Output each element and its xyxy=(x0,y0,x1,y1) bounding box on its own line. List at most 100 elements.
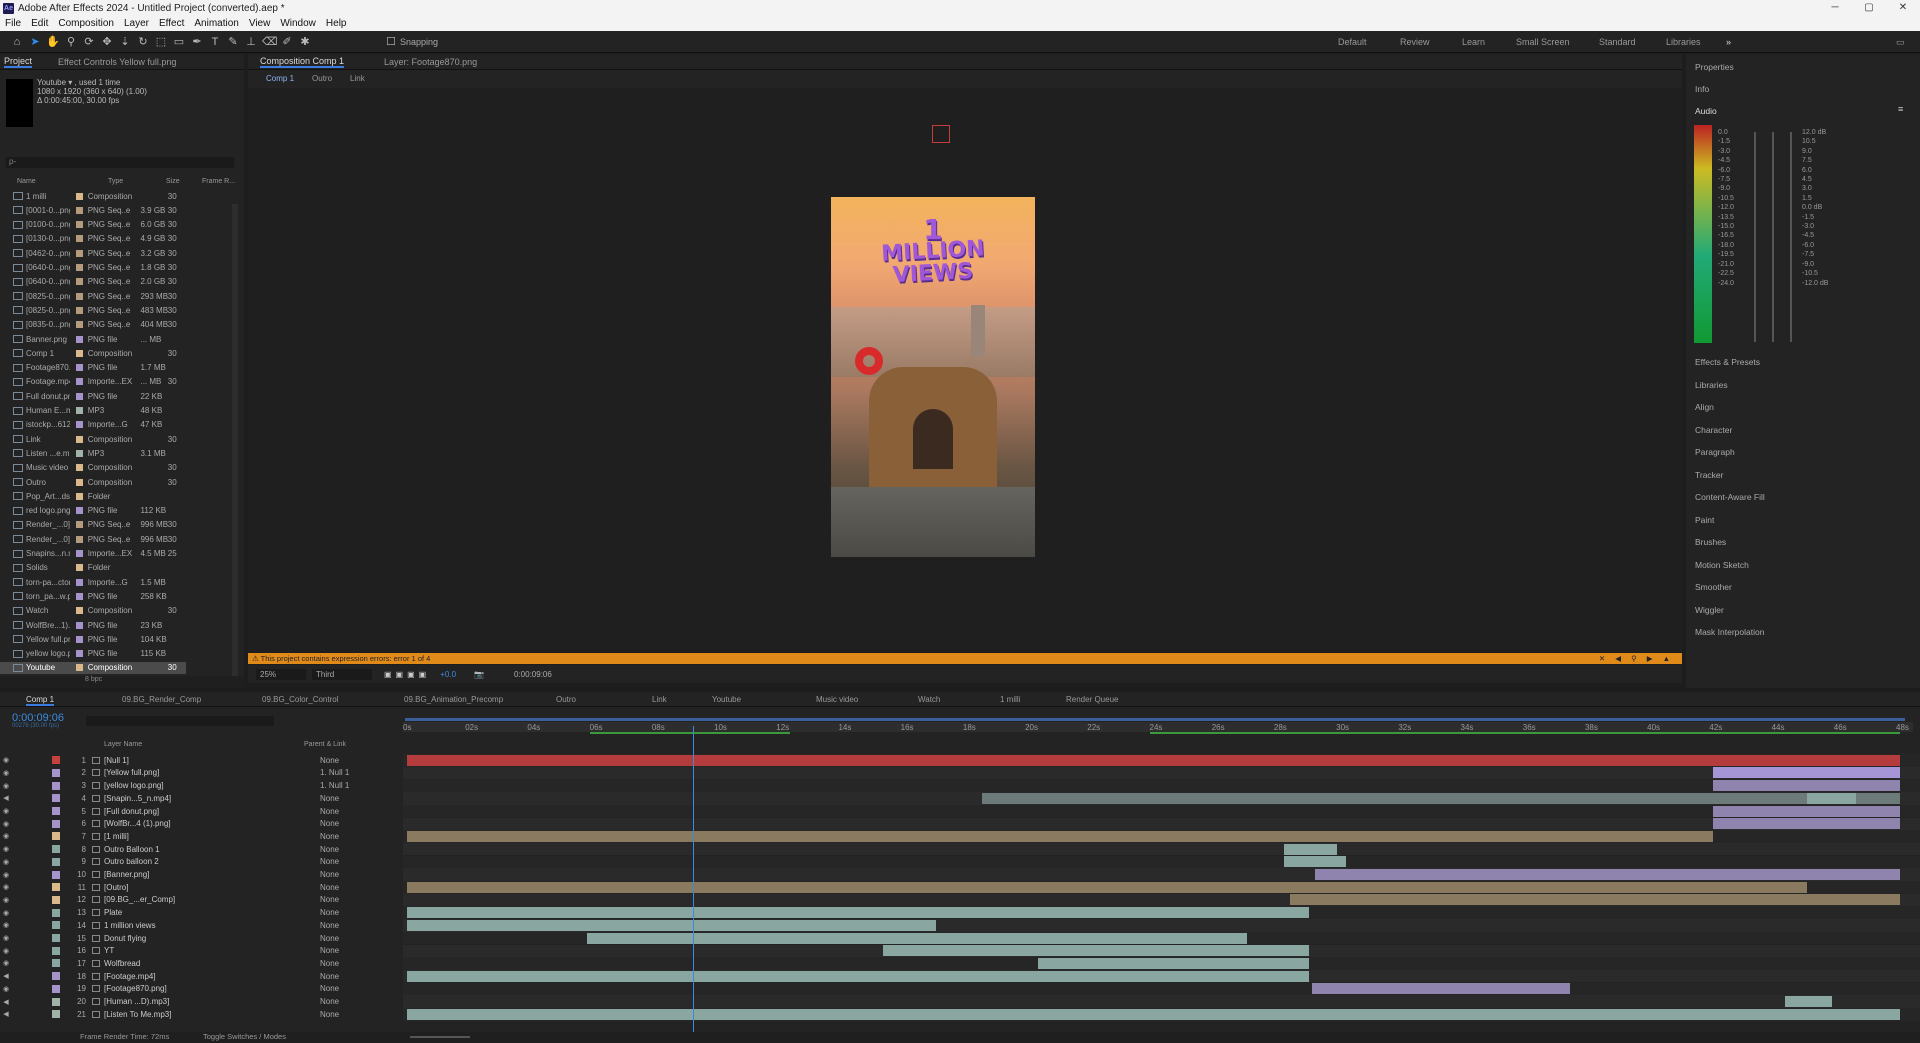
project-item[interactable]: [0825-0...png PNG Seq..e 483 MB 30 xyxy=(0,304,186,316)
layer-label-color[interactable] xyxy=(52,895,60,904)
project-item[interactable]: [0640-0...png PNG Seq..e 2.0 GB 30 xyxy=(0,276,186,288)
visibility-eye-icon[interactable]: ◉ xyxy=(0,959,12,967)
label-color-swatch[interactable] xyxy=(75,249,83,257)
parent-link-dropdown[interactable]: None xyxy=(320,984,339,993)
label-color-swatch[interactable] xyxy=(75,264,83,271)
eraser-tool-icon[interactable]: ⌫ xyxy=(262,35,278,49)
parent-link-dropdown[interactable]: None xyxy=(320,883,339,892)
layer-name[interactable]: [1 milli] xyxy=(104,832,194,841)
expression-error-bar[interactable]: ⚠ This project contains expression error… xyxy=(248,653,1682,664)
visibility-eye-icon[interactable]: ◉ xyxy=(0,858,12,866)
right-panel-tracker[interactable]: Tracker xyxy=(1695,470,1724,480)
label-color-swatch[interactable] xyxy=(75,521,83,529)
project-search-input[interactable]: ρ- xyxy=(6,157,234,168)
home-icon[interactable]: ⌂ xyxy=(10,35,24,49)
col-frame-rate[interactable]: Frame R... xyxy=(202,178,235,185)
layer-label-color[interactable] xyxy=(52,883,60,892)
project-item[interactable]: Yellow full.png PNG file 104 KB xyxy=(0,633,186,645)
layer-label-color[interactable] xyxy=(52,921,60,930)
layer-row[interactable]: ◀ 20 [Human ...D).mp3] None xyxy=(0,995,400,1008)
label-color-swatch[interactable] xyxy=(75,364,83,372)
layer-name[interactable]: [Banner.png] xyxy=(104,870,194,879)
layer-duration-bar[interactable] xyxy=(1284,856,1347,868)
menu-view[interactable]: View xyxy=(244,18,276,29)
visibility-eye-icon[interactable]: ◉ xyxy=(0,871,12,879)
visibility-eye-icon[interactable]: ◉ xyxy=(0,985,12,993)
zoom-slider[interactable] xyxy=(410,1036,470,1038)
layer-name[interactable]: Outro balloon 2 xyxy=(104,857,194,866)
audio-slider-right[interactable] xyxy=(1790,132,1792,342)
layer-duration-bar[interactable] xyxy=(1806,792,1857,804)
project-item[interactable]: [0130-0...png PNG Seq..e 4.9 GB 30 xyxy=(0,233,186,245)
project-item[interactable]: Music video Composition 30 xyxy=(0,462,186,474)
project-item[interactable]: Comp 1 Composition 30 xyxy=(0,347,186,359)
col-name[interactable]: Name xyxy=(17,178,36,185)
right-panel-audio[interactable]: Audio xyxy=(1695,106,1717,116)
label-color-swatch[interactable] xyxy=(75,321,83,329)
layer-name[interactable]: Wolfbread xyxy=(104,959,194,968)
visibility-eye-icon[interactable]: ◀ xyxy=(0,972,12,980)
visibility-eye-icon[interactable]: ◀ xyxy=(0,794,12,802)
layer-label-color[interactable] xyxy=(52,1010,60,1019)
timeline-tab[interactable]: 1 milli xyxy=(1000,695,1020,704)
workspace-review[interactable]: Review xyxy=(1400,31,1430,53)
type-tool-icon[interactable]: T xyxy=(208,35,222,49)
label-color-swatch[interactable] xyxy=(75,206,83,214)
project-scrollbar[interactable] xyxy=(232,204,238,684)
parent-link-dropdown[interactable]: 1. Null 1 xyxy=(320,768,349,777)
label-color-swatch[interactable] xyxy=(75,278,83,286)
menu-animation[interactable]: Animation xyxy=(189,18,243,29)
project-item[interactable]: Listen ...e.mp3 MP3 3.1 MB xyxy=(0,447,186,459)
menu-layer[interactable]: Layer xyxy=(119,18,154,29)
selection-tool-icon[interactable]: ➤ xyxy=(28,35,42,49)
maximize-button[interactable]: ▢ xyxy=(1852,0,1886,16)
dolly-tool-icon[interactable]: ⇣ xyxy=(118,35,132,49)
visibility-eye-icon[interactable]: ◉ xyxy=(0,820,12,828)
label-color-swatch[interactable] xyxy=(75,235,83,243)
label-color-swatch[interactable] xyxy=(75,392,83,400)
tab-project[interactable]: Project xyxy=(4,56,33,68)
layer-row[interactable]: ◀ 18 [Footage.mp4] None xyxy=(0,970,400,983)
parent-link-dropdown[interactable]: None xyxy=(320,908,339,917)
timeline-tab[interactable]: Outro xyxy=(556,695,576,704)
label-color-swatch[interactable] xyxy=(75,349,83,357)
layer-row[interactable]: ◉ 19 [Footage870.png] None xyxy=(0,983,400,996)
layer-label-color[interactable] xyxy=(52,832,60,841)
layer-name[interactable]: [Snapin...5_n.mp4] xyxy=(104,794,194,803)
project-item[interactable]: Render_...0].png PNG Seq..e 996 MB30 xyxy=(0,533,186,545)
project-item[interactable]: WolfBre...1).png PNG file 23 KB xyxy=(0,619,186,631)
layer-row[interactable]: ◉ 11 [Outro] None xyxy=(0,881,400,894)
layer-duration-bar[interactable] xyxy=(1784,996,1832,1008)
layer-name[interactable]: Donut flying xyxy=(104,934,194,943)
layer-duration-bar[interactable] xyxy=(1312,983,1571,995)
layer-duration-bar[interactable] xyxy=(1290,894,1900,906)
layer-duration-bar[interactable] xyxy=(1713,805,1900,817)
workspace-libraries[interactable]: Libraries xyxy=(1666,31,1701,53)
label-color-swatch[interactable] xyxy=(75,435,83,443)
layer-row[interactable]: ◉ 1 [Null 1] None xyxy=(0,754,400,767)
project-item[interactable]: yellow logo.png PNG file 115 KB xyxy=(0,648,186,660)
layer-name[interactable]: YT xyxy=(104,946,194,955)
visibility-eye-icon[interactable]: ◉ xyxy=(0,807,12,815)
layer-duration-bar[interactable] xyxy=(882,945,1310,957)
label-color-swatch[interactable] xyxy=(75,292,83,300)
layer-row[interactable]: ◉ 8 Outro Balloon 1 None xyxy=(0,843,400,856)
label-color-swatch[interactable] xyxy=(75,221,83,229)
visibility-eye-icon[interactable]: ◉ xyxy=(0,947,12,955)
label-color-swatch[interactable] xyxy=(75,564,83,572)
project-item[interactable]: [0001-0...png PNG Seq..e 3.9 GB 30 xyxy=(0,204,186,216)
resolution-dropdown[interactable]: Third xyxy=(312,668,372,680)
layer-row[interactable]: ◉ 15 Donut flying None xyxy=(0,932,400,945)
menu-window[interactable]: Window xyxy=(275,18,321,29)
visibility-eye-icon[interactable]: ◉ xyxy=(0,921,12,929)
tab-composition[interactable]: Composition Comp 1 xyxy=(260,56,345,68)
error-nav-icon[interactable]: ✕ ◀ ⚲ ▶ ▲ xyxy=(1599,653,1674,664)
rectangle-tool-icon[interactable]: ▭ xyxy=(172,35,186,49)
timeline-tab[interactable]: 09.BG_Color_Control xyxy=(262,695,338,704)
minimize-button[interactable]: ─ xyxy=(1818,0,1852,16)
visibility-eye-icon[interactable]: ◉ xyxy=(0,883,12,891)
layer-row[interactable]: ◉ 16 YT None xyxy=(0,945,400,958)
right-panel-info[interactable]: Info xyxy=(1695,84,1709,94)
layer-name[interactable]: [Footage.mp4] xyxy=(104,972,194,981)
project-item[interactable]: Full donut.png PNG file 22 KB xyxy=(0,390,186,402)
